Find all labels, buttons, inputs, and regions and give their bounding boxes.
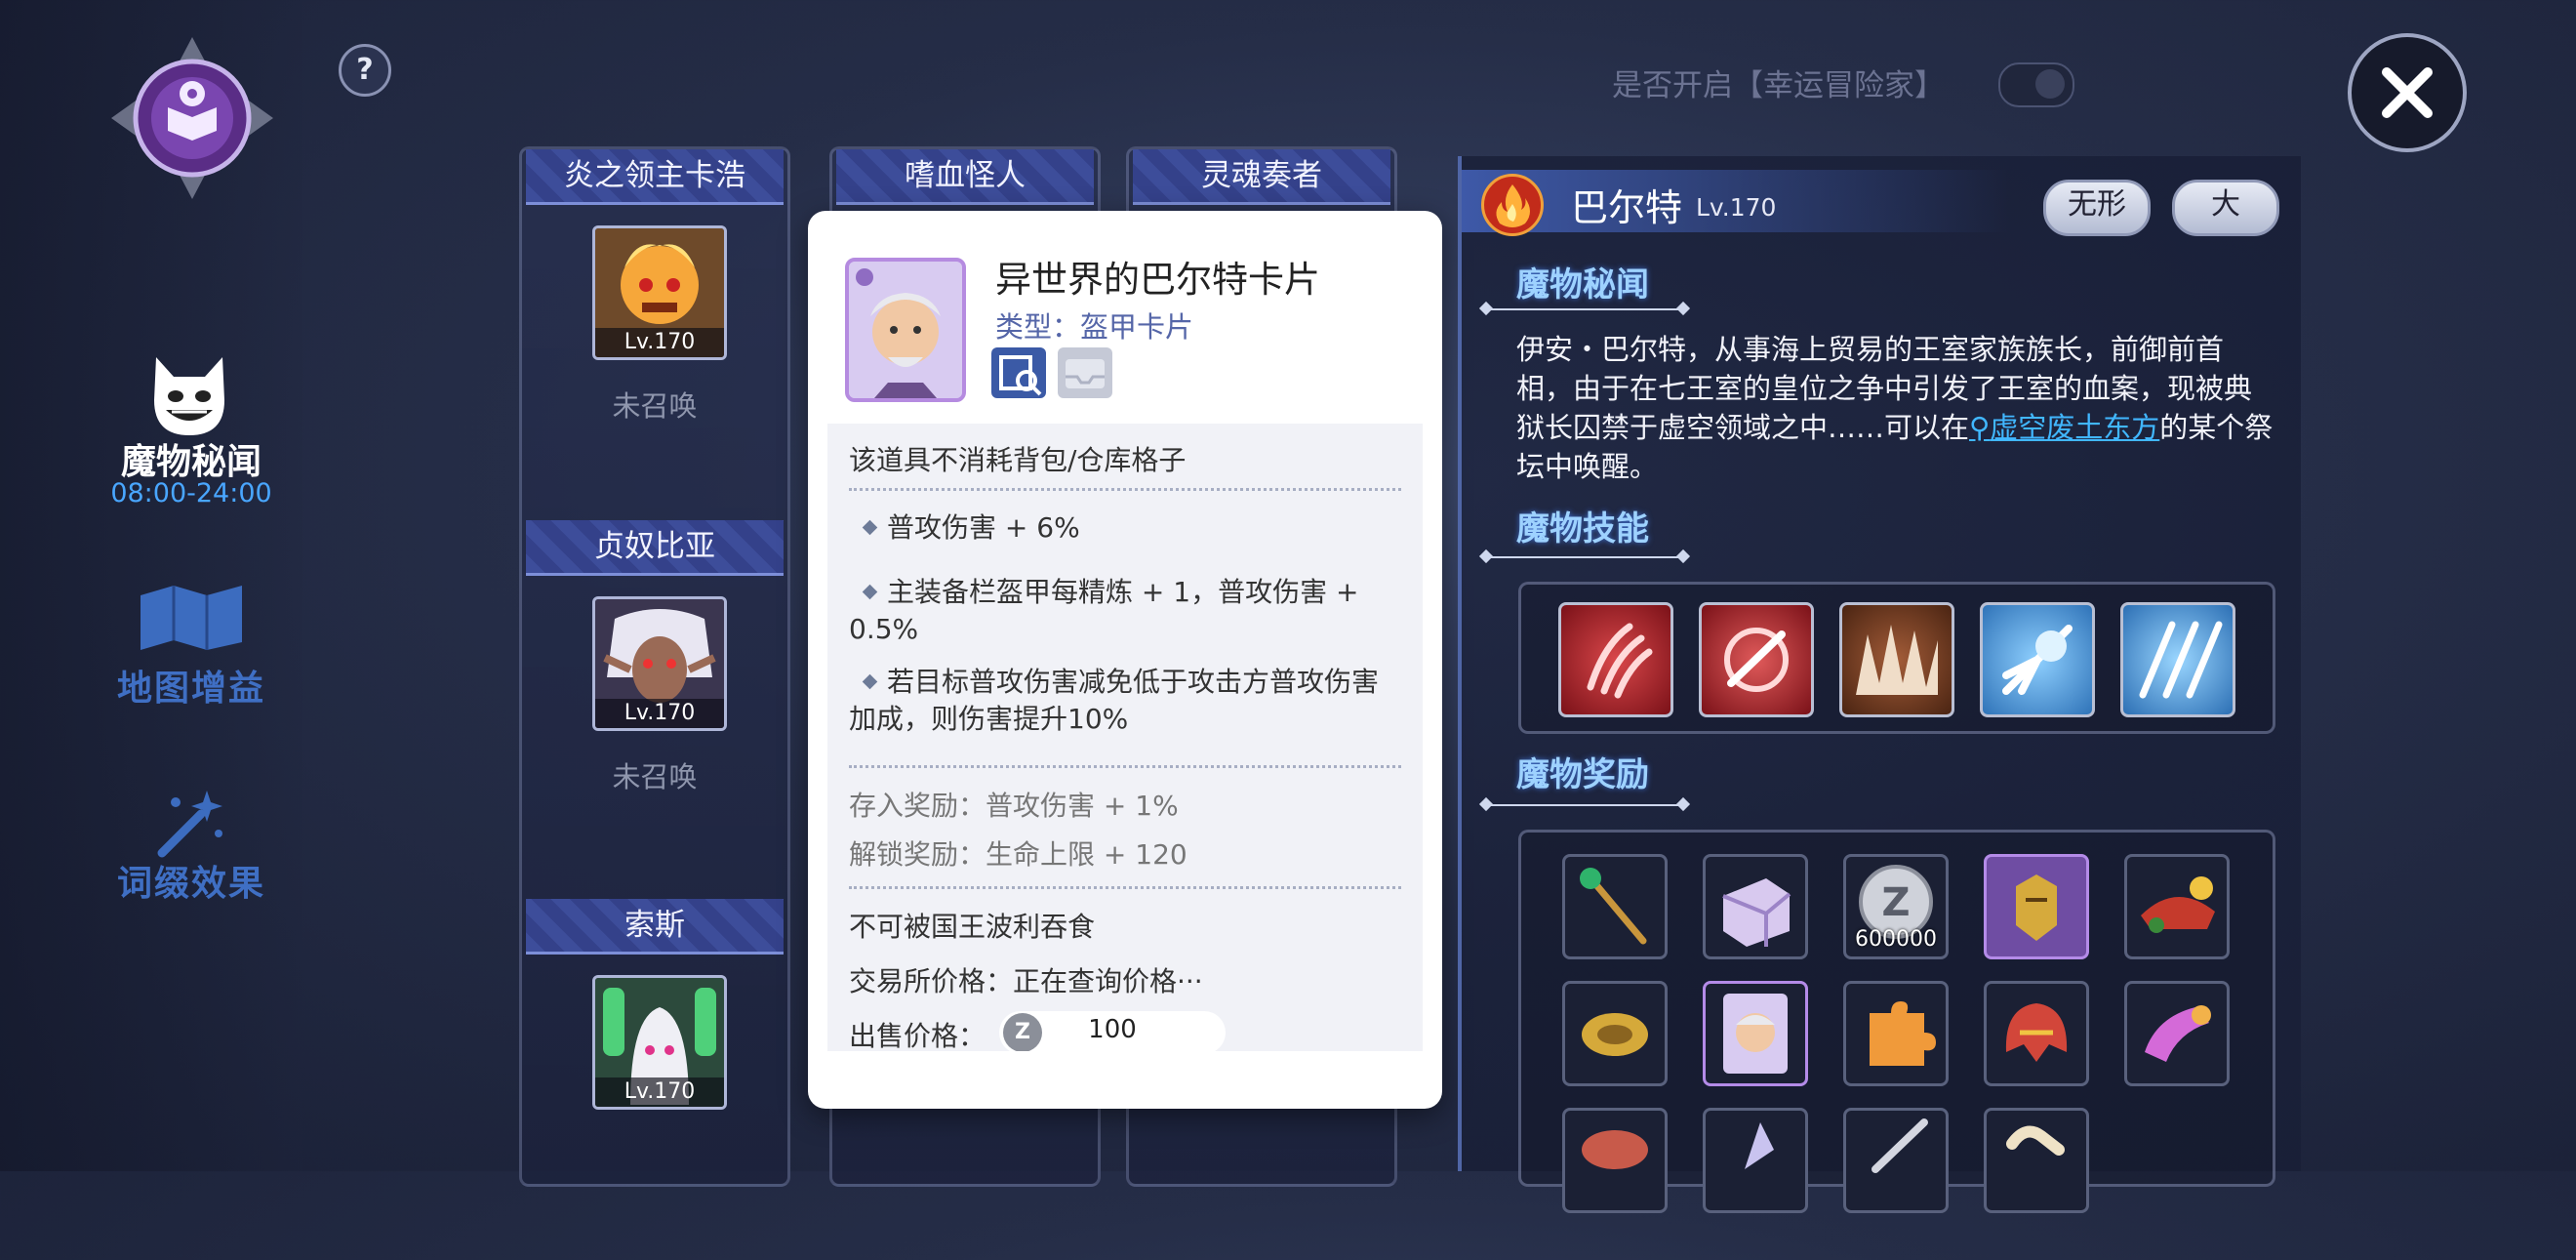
effect-line: 主装备栏盔甲每精炼 + 1，普攻伤害 + 0.5% <box>849 574 1405 648</box>
location-link[interactable]: ⚲虚空废土东方 <box>1969 411 2159 444</box>
attribute-tag: 无形 <box>2043 180 2151 236</box>
card-album-icon[interactable] <box>991 347 1046 398</box>
reward-puzzle-icon[interactable] <box>1843 981 1949 1086</box>
monster-level: Lv.170 <box>595 699 724 728</box>
map-icon <box>137 582 246 652</box>
monster-lore: 伊安・巴尔特，从事海上贸易的王室家族族长，前御前首相，由于在七王室的皇位之争中引… <box>1516 330 2277 486</box>
lucky-toggle-label: 是否开启【幸运冒险家】 <box>1612 68 1945 103</box>
item-note: 该道具不消耗背包/仓库格子 <box>849 444 1187 476</box>
monster-detail-panel: 巴尔特 Lv.170 无形 大 魔物秘闻 伊安・巴尔特，从事海上贸易的王室家族族… <box>1458 156 2301 1213</box>
sidebar-item-map-buff[interactable]: 地图增益 <box>0 576 382 709</box>
monster-portrait: Lv.170 <box>592 975 727 1110</box>
reward-card-icon[interactable] <box>1984 854 2089 959</box>
section-divider <box>1487 804 1682 806</box>
location-pin-icon: ⚲ <box>1969 411 1991 444</box>
monster-card-name: 炎之领主卡浩 <box>526 149 784 205</box>
monster-name: 巴尔特 <box>1571 186 1683 229</box>
reward-crystal-icon[interactable] <box>1703 1108 1808 1213</box>
sell-price-value: 100 <box>1088 1015 1137 1044</box>
skill-ice-burst-icon[interactable] <box>1980 602 2095 717</box>
effect-line: 普攻伤害 + 6% <box>849 509 1405 547</box>
monster-card-name: 索斯 <box>526 899 784 955</box>
sell-price-label: 出售价格： <box>849 1020 986 1051</box>
unlock-reward: 解锁奖励：生命上限 + 120 <box>849 838 1187 871</box>
reward-horn-icon[interactable] <box>2124 981 2230 1086</box>
skill-spikes-icon[interactable] <box>1839 602 1954 717</box>
sidebar-item-label: 魔物秘闻 <box>120 442 262 482</box>
monster-portrait: Lv.170 <box>592 225 727 360</box>
reward-staff-icon[interactable] <box>1562 854 1668 959</box>
reward-zeny-amount: 600000 <box>1855 927 1937 952</box>
reward-headgear-icon[interactable] <box>2124 854 2230 959</box>
sidebar-item-monster-lore[interactable]: 魔物秘闻 08:00-24:00 <box>0 351 382 517</box>
fire-element-icon <box>1481 174 1544 236</box>
monster-level: Lv.170 <box>595 1077 724 1107</box>
item-tooltip: 异世界的巴尔特卡片 类型：盔甲卡片 该道具不消耗背包/仓库格子 普攻伤害 + 6… <box>808 211 1442 1109</box>
lucky-toggle-switch[interactable] <box>1998 62 2074 107</box>
help-button[interactable]: ? <box>339 44 391 97</box>
left-sidebar: ? 魔物秘闻 08:00-24:00 地图增益 词缀效果 <box>0 0 391 1171</box>
reward-bone-icon[interactable] <box>1984 1108 2089 1213</box>
card-item-image <box>845 258 966 402</box>
reward-baltt-card-icon[interactable] <box>1703 981 1808 1086</box>
grin-cat-icon <box>150 353 228 437</box>
effect-text: 普攻伤害 + 6% <box>887 511 1080 544</box>
item-type: 类型：盔甲卡片 <box>995 310 1194 344</box>
toggle-knob <box>2035 69 2065 99</box>
section-divider <box>1487 556 1682 558</box>
section-divider <box>1487 308 1682 310</box>
summon-status: 未召唤 <box>612 389 698 423</box>
rewards-frame: Z 600000 <box>1518 830 2275 1213</box>
item-details[interactable]: 该道具不消耗背包/仓库格子 普攻伤害 + 6% 主装备栏盔甲每精炼 + 1，普攻… <box>827 424 1423 1051</box>
location-link-text: 虚空废土东方 <box>1990 411 2160 444</box>
monster-card-name: 贞奴比亚 <box>526 520 784 576</box>
close-icon <box>2382 67 2433 118</box>
reward-meat-icon[interactable] <box>1562 1108 1668 1213</box>
monster-card-name: 灵魂奏者 <box>1133 149 1390 205</box>
monster-portrait: Lv.170 <box>592 596 727 731</box>
close-button[interactable] <box>2348 33 2467 152</box>
section-title-skills: 魔物技能 <box>1516 509 1649 549</box>
monster-card[interactable]: 贞奴比亚 Lv.170 未召唤 <box>522 520 787 881</box>
sidebar-item-affix[interactable]: 词缀效果 <box>0 781 382 908</box>
not-devour-note: 不可被国王波利吞食 <box>849 911 1096 943</box>
svg-text:Z: Z <box>1881 880 1910 925</box>
section-title-lore: 魔物秘闻 <box>1516 265 1649 305</box>
section-title-rewards: 魔物奖励 <box>1516 755 1649 794</box>
monster-card[interactable]: 索斯 Lv.170 <box>522 899 787 1260</box>
monster-level: Lv.170 <box>1696 193 1777 222</box>
sidebar-item-label: 地图增益 <box>116 669 265 709</box>
divider <box>849 488 1401 491</box>
divider <box>849 765 1401 768</box>
item-title: 异世界的巴尔特卡片 <box>995 259 1320 301</box>
effect-text: 主装备栏盔甲每精炼 + 1，普攻伤害 + 0.5% <box>849 576 1359 645</box>
reward-gold-pendant-icon[interactable] <box>1562 981 1668 1086</box>
reward-zeny-icon[interactable]: Z 600000 <box>1843 854 1949 959</box>
monster-card[interactable]: 炎之领主卡浩 Lv.170 未召唤 <box>522 149 787 510</box>
skill-ice-shards-icon[interactable] <box>2120 602 2235 717</box>
size-tag: 大 <box>2172 180 2279 236</box>
storage-icon <box>1058 347 1112 398</box>
effect-line: 若目标普攻伤害减免低于攻击方普攻伤害加成，则伤害提升10% <box>849 664 1405 738</box>
summon-status: 未召唤 <box>612 760 698 793</box>
reward-helmet-icon[interactable] <box>1984 981 2089 1086</box>
sidebar-item-label: 词缀效果 <box>116 864 265 904</box>
skill-claw-icon[interactable] <box>1558 602 1673 717</box>
reward-blade-icon[interactable] <box>1843 1108 1949 1213</box>
exchange-price: 交易所价格：正在查询价格··· <box>849 965 1203 997</box>
monster-level: Lv.170 <box>595 328 724 357</box>
reward-giftbox-icon[interactable] <box>1703 854 1808 959</box>
sidebar-item-time: 08:00-24:00 <box>110 478 272 508</box>
effect-text: 若目标普攻伤害减免低于攻击方普攻伤害加成，则伤害提升10% <box>849 666 1380 735</box>
map-emblem-icon[interactable] <box>109 35 275 201</box>
deposit-reward: 存入奖励：普攻伤害 + 1% <box>849 790 1179 822</box>
skills-frame <box>1518 582 2275 734</box>
monster-card-name: 嗜血怪人 <box>836 149 1094 205</box>
divider <box>849 886 1401 889</box>
sell-price-box: Z 100 <box>999 1011 1226 1051</box>
skill-slash-icon[interactable] <box>1699 602 1814 717</box>
monster-column-1: 炎之领主卡浩 Lv.170 未召唤 贞奴比亚 Lv.170 未召唤 索斯 Lv.… <box>519 146 790 1187</box>
magic-wand-icon <box>154 785 228 859</box>
